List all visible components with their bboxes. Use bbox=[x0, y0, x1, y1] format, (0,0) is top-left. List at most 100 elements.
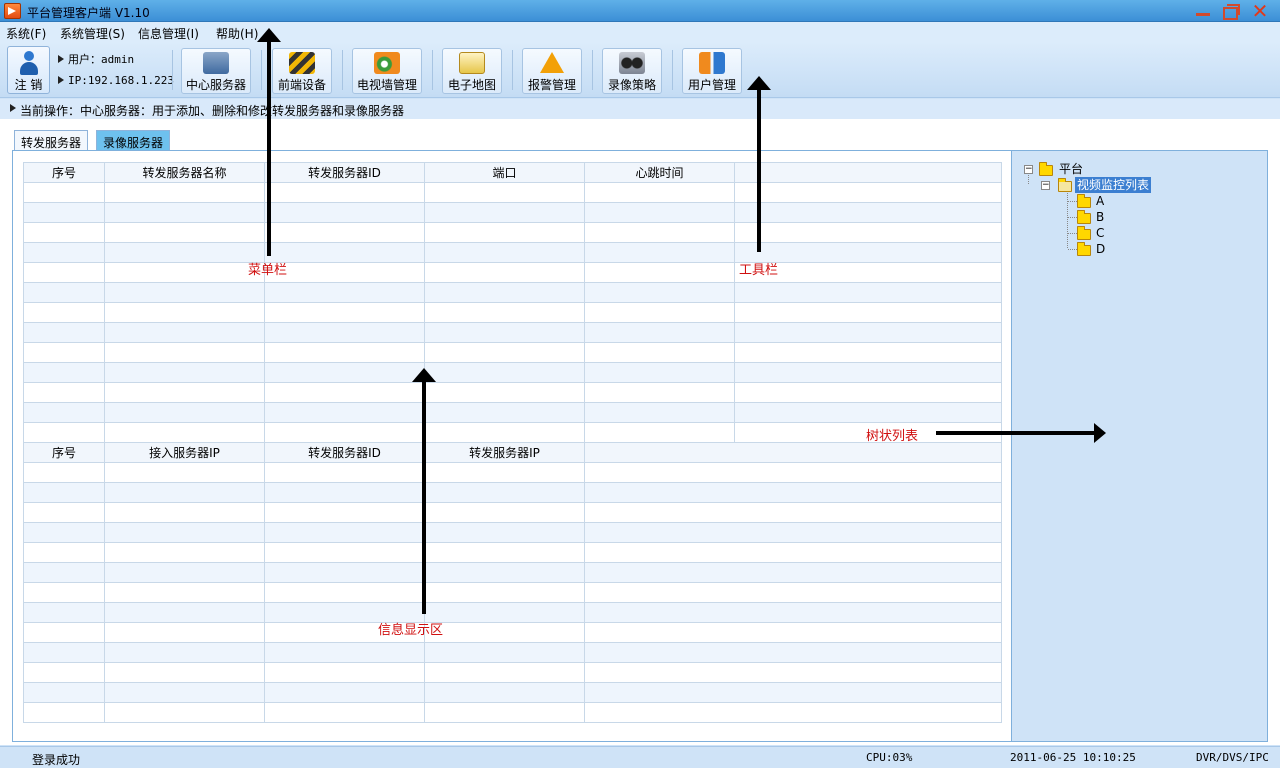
minimize-button[interactable] bbox=[1192, 2, 1214, 20]
table-row[interactable] bbox=[23, 642, 1002, 663]
table-cell bbox=[264, 302, 425, 323]
table-cell bbox=[104, 322, 265, 343]
menu-system[interactable]: 系统(F) bbox=[6, 25, 46, 42]
column-header[interactable]: 转发服务器IP bbox=[424, 442, 585, 463]
table-cell bbox=[23, 302, 105, 323]
window-title: 平台管理客户端 V1.10 bbox=[27, 6, 150, 20]
record-strategy-button[interactable]: 录像策略 bbox=[602, 48, 662, 94]
table-cell bbox=[264, 502, 425, 523]
table-cell bbox=[23, 422, 105, 443]
column-header[interactable]: 序号 bbox=[23, 442, 105, 463]
tree-node-b[interactable]: B bbox=[1096, 209, 1104, 225]
table-row[interactable] bbox=[23, 302, 1002, 323]
tree-node-d[interactable]: D bbox=[1096, 241, 1105, 257]
table-row[interactable] bbox=[23, 482, 1002, 503]
table-cell bbox=[424, 562, 585, 583]
column-header[interactable]: 转发服务器ID bbox=[264, 162, 425, 183]
table-cell bbox=[264, 542, 425, 563]
table-row[interactable] bbox=[23, 682, 1002, 703]
tree-node-video-list[interactable]: 视频监控列表 bbox=[1075, 177, 1152, 193]
table-row[interactable] bbox=[23, 342, 1002, 363]
table-cell bbox=[23, 602, 105, 623]
table-row[interactable] bbox=[23, 602, 1002, 623]
frontend-device-button[interactable]: 前端设备 bbox=[272, 48, 332, 94]
collapse-toggle-icon[interactable]: − bbox=[1024, 165, 1033, 174]
table-row[interactable] bbox=[23, 582, 1002, 603]
table-row[interactable] bbox=[23, 662, 1002, 683]
column-header[interactable]: 转发服务器ID bbox=[264, 442, 425, 463]
table-cell bbox=[734, 222, 1002, 243]
table-cell bbox=[264, 222, 425, 243]
annotation-arrow bbox=[936, 431, 1096, 435]
table-row[interactable] bbox=[23, 522, 1002, 543]
table-cell bbox=[424, 602, 585, 623]
column-header[interactable]: 端口 bbox=[424, 162, 585, 183]
table-row[interactable] bbox=[23, 502, 1002, 523]
tree-node-c[interactable]: C bbox=[1096, 225, 1104, 241]
table-row[interactable] bbox=[23, 382, 1002, 403]
close-button[interactable]: ✕ bbox=[1249, 1, 1271, 21]
table-cell bbox=[584, 322, 735, 343]
table-row[interactable] bbox=[23, 222, 1002, 243]
column-header[interactable]: 转发服务器名称 bbox=[104, 162, 265, 183]
table-row[interactable] bbox=[23, 262, 1002, 283]
table-cell bbox=[264, 202, 425, 223]
table-cell bbox=[264, 522, 425, 543]
menu-help[interactable]: 帮助(H) bbox=[216, 25, 258, 42]
cpu-usage: CPU:03% bbox=[866, 751, 913, 764]
table-cell bbox=[23, 622, 105, 643]
table-cell bbox=[104, 522, 265, 543]
emap-button[interactable]: 电子地图 bbox=[442, 48, 502, 94]
table-row[interactable] bbox=[23, 422, 1002, 443]
table-row[interactable] bbox=[23, 202, 1002, 223]
annotation-info-area: 信息显示区 bbox=[378, 623, 444, 638]
table-row[interactable] bbox=[23, 622, 1002, 643]
tree-node-platform[interactable]: 平台 bbox=[1059, 161, 1083, 177]
table-row[interactable] bbox=[23, 462, 1002, 483]
ip-info: IP:192.168.1.223 bbox=[58, 74, 174, 87]
table-cell bbox=[584, 682, 1002, 703]
restore-button[interactable] bbox=[1220, 2, 1242, 20]
forward-server-table: 序号 转发服务器名称 转发服务器ID 端口 心跳时间 bbox=[23, 162, 1002, 443]
table-cell bbox=[584, 282, 735, 303]
emap-label: 电子地图 bbox=[447, 78, 496, 92]
tab-forward-server[interactable]: 转发服务器 bbox=[14, 130, 89, 150]
column-header[interactable]: 心跳时间 bbox=[584, 162, 735, 183]
table-cell bbox=[584, 422, 735, 443]
logout-button[interactable]: 注 销 bbox=[7, 46, 50, 94]
tree-node-a[interactable]: A bbox=[1096, 193, 1104, 209]
table-cell bbox=[264, 482, 425, 503]
table-row[interactable] bbox=[23, 182, 1002, 203]
table-row[interactable] bbox=[23, 702, 1002, 723]
table-cell bbox=[104, 242, 265, 263]
table-row[interactable] bbox=[23, 322, 1002, 343]
table-cell bbox=[23, 702, 105, 723]
table-cell bbox=[584, 522, 1002, 543]
table-row[interactable] bbox=[23, 542, 1002, 563]
column-header[interactable]: 序号 bbox=[23, 162, 105, 183]
table-cell bbox=[104, 682, 265, 703]
table-row[interactable] bbox=[23, 242, 1002, 263]
logout-label: 注 销 bbox=[14, 78, 43, 92]
table-cell bbox=[23, 462, 105, 483]
collapse-toggle-icon[interactable]: − bbox=[1041, 181, 1050, 190]
table-row[interactable] bbox=[23, 282, 1002, 303]
table-cell bbox=[23, 482, 105, 503]
column-header[interactable] bbox=[584, 442, 1002, 463]
user-management-button[interactable]: 用户管理 bbox=[682, 48, 742, 94]
tab-record-server[interactable]: 录像服务器 bbox=[96, 130, 171, 150]
table-row[interactable] bbox=[23, 402, 1002, 423]
table-cell bbox=[424, 522, 585, 543]
table-cell bbox=[584, 362, 735, 383]
alarm-button[interactable]: 报警管理 bbox=[522, 48, 582, 94]
table-cell bbox=[424, 662, 585, 683]
menu-info-management[interactable]: 信息管理(I) bbox=[138, 25, 199, 42]
table-cell bbox=[23, 322, 105, 343]
table-row[interactable] bbox=[23, 362, 1002, 383]
column-header[interactable]: 接入服务器IP bbox=[104, 442, 265, 463]
tv-wall-button[interactable]: 电视墙管理 bbox=[352, 48, 422, 94]
table-row[interactable] bbox=[23, 562, 1002, 583]
column-header[interactable] bbox=[734, 162, 1002, 183]
center-server-button[interactable]: 中心服务器 bbox=[181, 48, 251, 94]
menu-system-management[interactable]: 系统管理(S) bbox=[60, 25, 125, 42]
